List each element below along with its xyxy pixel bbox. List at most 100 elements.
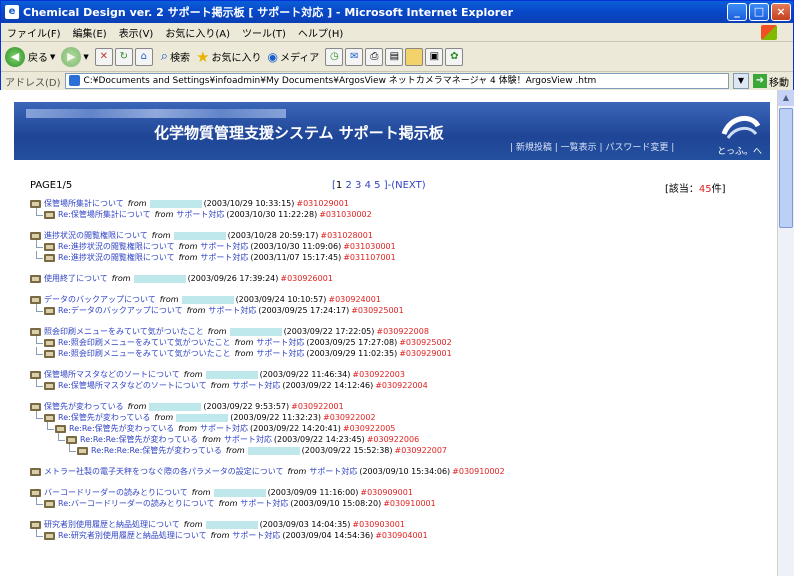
- post-subject-link[interactable]: Re:保管場所マスタなどのソートについて: [58, 380, 207, 391]
- forward-button[interactable]: ▶ ▼: [61, 46, 89, 67]
- post-subject-link[interactable]: Re:研究者別使用履歴と納品処理について: [58, 530, 207, 541]
- back-arrow-icon: ◀: [5, 46, 25, 67]
- stop-icon[interactable]: ✕: [94, 47, 113, 66]
- post-subject-link[interactable]: Re:照会印刷メニューをみていて気がついたこと: [58, 348, 231, 359]
- post-subject-link[interactable]: 保管先が変わっている: [44, 401, 124, 412]
- favorites-button[interactable]: ★ お気に入り: [196, 48, 261, 66]
- post-id: #030926001: [280, 274, 333, 283]
- go-label: 移動: [769, 77, 789, 89]
- post-subject-link[interactable]: Re:Re:Re:保管先が変わっている: [80, 434, 198, 445]
- media-button[interactable]: ◉ メディア: [268, 49, 320, 65]
- close-button[interactable]: ×: [771, 3, 791, 21]
- from-label: from: [151, 231, 171, 240]
- post-subject-link[interactable]: Re:保管場所集計について: [58, 209, 151, 220]
- menu-file[interactable]: ファイル(F): [7, 25, 61, 40]
- post-author: サポート対応: [232, 381, 281, 390]
- redacted-author: [149, 402, 202, 411]
- mail-icon[interactable]: ✉: [345, 47, 364, 66]
- edit-icon[interactable]: ▤: [385, 47, 404, 66]
- redacted-author: [205, 520, 258, 529]
- post-id: #030909001: [360, 488, 413, 497]
- back-label: 戻る: [28, 53, 48, 64]
- post-date: (2003/09/22 14:12:46): [282, 381, 374, 390]
- post-subject-link[interactable]: バーコードリーダーの読みとりについて: [44, 487, 188, 498]
- pager-link[interactable]: 4: [365, 180, 371, 191]
- vertical-scrollbar[interactable]: ▲: [777, 90, 794, 576]
- post-date: (2003/09/26 17:39:24): [187, 274, 279, 283]
- post-subject-link[interactable]: Re:Re:Re:Re:保管先が変わっている: [91, 445, 222, 456]
- thread: 保管先が変わっている from (2003/09/22 9:53:57) #03092…: [30, 401, 775, 456]
- menu-tools[interactable]: ツール(T): [242, 25, 286, 40]
- menu-favorites[interactable]: お気に入り(A): [165, 25, 230, 40]
- page-content: 化学物質管理支援システム サポート掲示板 | 新規投稿 | 一覧表示 | パスワ…: [0, 90, 777, 576]
- history-icon[interactable]: ◷: [325, 47, 344, 66]
- post-subject-link[interactable]: Re:照会印刷メニューをみていて気がついたこと: [58, 337, 231, 348]
- reply-icon: [44, 253, 55, 262]
- post-subject-link[interactable]: Re:Re:保管先が変わっている: [69, 423, 174, 434]
- refresh-icon[interactable]: ↻: [114, 47, 133, 66]
- tree-connector: [36, 303, 43, 312]
- home-icon[interactable]: ⌂: [134, 47, 153, 66]
- post-subject-link[interactable]: 照会印刷メニューをみていて気がついたこと: [44, 326, 204, 337]
- post-subject-link[interactable]: 研究者別使用履歴と納品処理について: [44, 519, 180, 530]
- post-id: #030922001: [291, 402, 344, 411]
- post-subject-link[interactable]: 保管場所マスタなどのソートについて: [44, 369, 180, 380]
- back-button[interactable]: ◀ 戻る ▼: [5, 46, 55, 67]
- scroll-up-icon[interactable]: ▲: [778, 90, 794, 106]
- redacted-author: [149, 199, 202, 208]
- post-subject-link[interactable]: 保管場所集計について: [44, 198, 124, 209]
- address-input[interactable]: C:¥Documents and Settings¥infoadmin¥My D…: [64, 73, 729, 89]
- post-subject-link[interactable]: データのバックアップについて: [44, 294, 156, 305]
- from-label: from: [234, 349, 254, 358]
- from-label: from: [225, 446, 245, 455]
- pager-link[interactable]: 5: [374, 180, 380, 191]
- menu-bar: ファイル(F) 編集(E) 表示(V) お気に入り(A) ツール(T) ヘルプ(…: [1, 23, 793, 42]
- thread-root-post: メトラー社製の電子天秤をつなぐ際の各パラメータの設定について from サポート対応…: [30, 466, 775, 477]
- from-label: from: [111, 274, 131, 283]
- go-button[interactable]: ➜ 移動: [753, 74, 789, 89]
- minimize-button[interactable]: _: [727, 3, 747, 21]
- reply-icon: [44, 413, 55, 422]
- address-dropdown-icon[interactable]: ▼: [733, 73, 749, 89]
- from-label: from: [154, 210, 174, 219]
- reply-post: Re:保管場所集計について from サポート対応 (2003/10/30 11:22…: [30, 207, 775, 220]
- post-id: #030922007: [394, 446, 448, 455]
- pager-link[interactable]: 3: [355, 180, 361, 191]
- post-subject-link[interactable]: 使用終了について: [44, 273, 108, 284]
- pager-link[interactable]: 2: [345, 180, 351, 191]
- hits-suffix: 件]: [711, 184, 726, 195]
- topic-icon: [30, 402, 41, 411]
- pager-row: PAGE1/5 [1 2 3 4 5 ]-(NEXT) [該当：45件]: [30, 180, 750, 195]
- topic-icon: [30, 295, 41, 304]
- reply-post: Re:バーコードリーダーの読みとりについて from サポート対応 (2003/09/…: [30, 496, 775, 509]
- post-subject-link[interactable]: Re:進捗状況の閲覧権限について: [58, 252, 175, 263]
- pager-next-link[interactable]: ]-(NEXT): [384, 180, 426, 191]
- search-button[interactable]: ⌕ 検索: [161, 49, 190, 64]
- discuss-icon[interactable]: ▣: [425, 47, 444, 66]
- thread-root-post: 使用終了について from (2003/09/26 17:39:24) #030926…: [30, 273, 775, 284]
- print-icon[interactable]: ⎙: [365, 47, 384, 66]
- post-subject-link[interactable]: Re:バーコードリーダーの読みとりについて: [58, 498, 215, 509]
- post-subject-link[interactable]: 進捗状況の閲覧権限について: [44, 230, 148, 241]
- maximize-button[interactable]: □: [749, 3, 769, 21]
- menu-help[interactable]: ヘルプ(H): [298, 25, 343, 40]
- post-id: #030922006: [366, 435, 420, 444]
- messenger-icon[interactable]: ✿: [445, 47, 464, 66]
- post-subject-link[interactable]: Re:進捗状況の閲覧権限について: [58, 241, 175, 252]
- menu-view[interactable]: 表示(V): [119, 25, 154, 40]
- scroll-thumb[interactable]: [779, 108, 793, 228]
- folder-icon[interactable]: [405, 47, 424, 66]
- post-date: (2003/10/29 10:33:15): [203, 199, 295, 208]
- post-subject-link[interactable]: Re:保管先が変わっている: [58, 412, 150, 423]
- post-subject-link[interactable]: Re:データのバックアップについて: [58, 305, 183, 316]
- post-id: #031030002: [319, 210, 372, 219]
- from-label: from: [210, 381, 230, 390]
- thread: 研究者別使用履歴と納品処理について from (2003/09/03 14:04:3…: [30, 519, 775, 541]
- post-id: #030922003: [352, 370, 405, 379]
- post-author: サポート対応: [256, 349, 305, 358]
- post-id: #030903001: [352, 520, 405, 529]
- post-subject-link[interactable]: メトラー社製の電子天秤をつなぐ際の各パラメータの設定について: [44, 466, 284, 477]
- from-label: from: [234, 338, 254, 347]
- banner-nav-links[interactable]: | 新規投稿 | 一覧表示 | パスワード変更 |: [510, 140, 674, 153]
- menu-edit[interactable]: 編集(E): [73, 25, 107, 40]
